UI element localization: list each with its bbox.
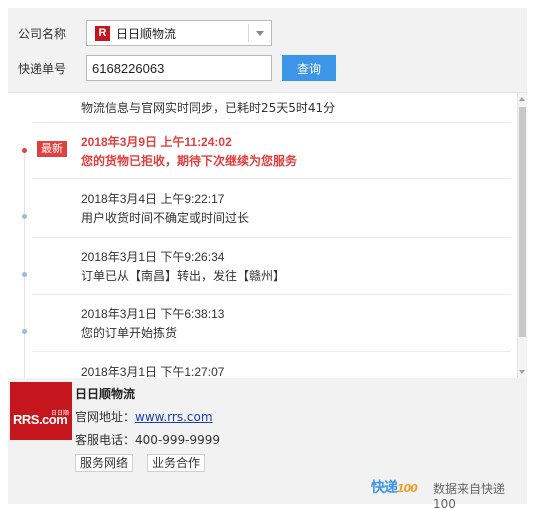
company-label: 公司名称 — [18, 26, 67, 41]
chevron-down-icon[interactable] — [256, 31, 264, 36]
company-select[interactable]: R 日日顺物流 — [86, 20, 272, 46]
company-phone: 客服电话：400-999-9999 — [75, 431, 220, 448]
tracking-panel: 公司名称 R 日日顺物流 快递单号 查询 物流信息与官网实时同步，已耗时25天5… — [8, 8, 527, 509]
company-logo: RRS.com 日日顺 — [10, 382, 72, 440]
query-button[interactable]: 查询 — [282, 55, 336, 81]
company-name: 日日顺物流 — [75, 387, 136, 401]
event-description: 您的货物已拒收，期待下次继续为您服务 — [81, 154, 298, 168]
company-logo-small-text: 日日顺 — [51, 410, 70, 417]
company-logo-icon: R — [95, 25, 110, 41]
timeline-event: 2018年3月1日 下午9:26:34 订单已从【南昌】转出，发往【赣州】 — [8, 248, 508, 288]
divider — [32, 351, 511, 352]
timeline-event: 2018年3月4日 上午9:22:17 用户收货时间不确定或时间过长 — [8, 190, 508, 230]
event-timestamp: 2018年3月1日 下午1:27:07 — [81, 365, 225, 378]
business-cooperation-button[interactable]: 业务合作 — [147, 454, 206, 472]
tracking-label: 快递单号 — [18, 61, 67, 76]
divider — [32, 237, 511, 238]
select-divider — [248, 24, 249, 42]
divider — [32, 122, 511, 123]
event-timestamp: 2018年3月1日 下午6:38:13 — [81, 307, 225, 321]
timeline-dot — [22, 272, 27, 277]
timeline-scrollbar[interactable] — [517, 93, 527, 378]
event-timestamp: 2018年3月9日 上午11:24:02 — [81, 135, 232, 149]
divider — [32, 294, 511, 295]
company-row: 公司名称 R 日日顺物流 — [8, 20, 272, 46]
timeline-event: 2018年3月1日 下午1:27:07 — [8, 363, 508, 378]
scroll-up-icon[interactable] — [519, 97, 525, 101]
website-label: 官网地址： — [75, 410, 136, 424]
tracking-timeline[interactable]: 物流信息与官网实时同步，已耗时25天5时41分 最新 2018年3月9日 上午1… — [8, 92, 527, 378]
timeline-event: 2018年3月1日 下午6:38:13 您的订单开始拣货 — [8, 305, 508, 345]
scroll-down-icon[interactable] — [519, 370, 525, 374]
scroll-thumb[interactable] — [519, 107, 526, 337]
timeline-dot — [22, 329, 27, 334]
tracking-number-input[interactable] — [86, 55, 272, 81]
event-timestamp: 2018年3月4日 上午9:22:17 — [81, 192, 225, 206]
kuaidi100-logo[interactable]: 快递100 — [371, 477, 418, 497]
kuaidi100-logo-number: 100 — [397, 482, 418, 495]
event-description: 用户收货时间不确定或时间过长 — [81, 211, 250, 225]
event-timestamp: 2018年3月1日 下午9:26:34 — [81, 250, 225, 264]
latest-badge: 最新 — [37, 141, 67, 157]
divider — [32, 178, 511, 179]
service-network-button[interactable]: 服务网络 — [75, 454, 134, 472]
timeline-dot — [22, 148, 27, 153]
phone-number: 400-999-9999 — [135, 433, 221, 447]
company-select-value: 日日顺物流 — [116, 26, 177, 41]
data-source-text: 数据来自快递100 — [433, 482, 506, 509]
tracking-row: 快递单号 查询 — [8, 55, 336, 81]
sync-status-text: 物流信息与官网实时同步，已耗时25天5时41分 — [81, 101, 336, 115]
timeline-event-latest: 最新 2018年3月9日 上午11:24:02 您的货物已拒收，期待下次继续为您… — [8, 133, 508, 173]
timeline-dot — [22, 214, 27, 219]
event-description: 订单已从【南昌】转出，发往【赣州】 — [81, 269, 286, 283]
phone-label: 客服电话： — [75, 433, 136, 447]
website-link[interactable]: www.rrs.com — [135, 410, 213, 424]
kuaidi100-logo-text: 快递 — [371, 480, 398, 496]
event-description: 您的订单开始拣货 — [81, 326, 178, 340]
company-website: 官网地址：www.rrs.com — [75, 408, 213, 425]
